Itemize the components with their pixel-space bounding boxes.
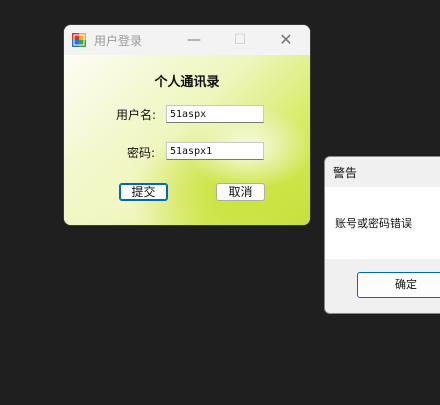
password-label: 密码: [127, 146, 156, 160]
ok-button[interactable]: 确定 [357, 272, 440, 298]
login-form: 个人通讯录 用户名: 51aspx 密码: 51aspx1 提交 取消 [64, 55, 310, 225]
minimize-icon[interactable]: — [184, 30, 204, 50]
alert-titlebar[interactable]: 警告 [325, 157, 440, 187]
username-field[interactable]: 51aspx [166, 105, 264, 123]
password-field[interactable]: 51aspx1 [166, 142, 264, 160]
alert-body: 账号或密码错误 [325, 187, 440, 259]
window-title: 用户登录 [94, 34, 143, 48]
login-window: 用户登录 — ☐ ✕ 个人通讯录 用户名: 51aspx 密码: 51aspx1… [64, 25, 310, 225]
login-titlebar[interactable]: 用户登录 — ☐ ✕ [64, 25, 310, 55]
alert-message: 账号或密码错误 [335, 217, 412, 230]
app-icon [72, 33, 86, 47]
alert-dialog: 警告 账号或密码错误 确定 [324, 156, 440, 314]
username-label: 用户名: [116, 108, 157, 122]
cancel-button[interactable]: 取消 [216, 183, 265, 201]
alert-title: 警告 [333, 166, 358, 180]
submit-button[interactable]: 提交 [119, 183, 168, 201]
maximize-icon[interactable]: ☐ [230, 30, 250, 50]
form-heading: 个人通讯录 [154, 75, 220, 90]
close-icon[interactable]: ✕ [276, 30, 296, 50]
alert-footer: 确定 [325, 259, 440, 313]
